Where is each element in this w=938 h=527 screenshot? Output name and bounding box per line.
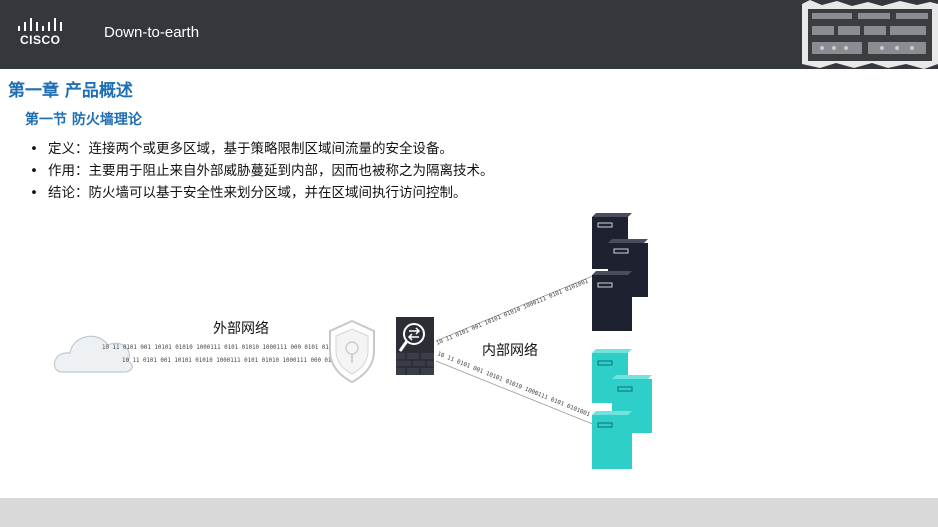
cisco-logo-text: CISCO [20,33,61,47]
inside-network-label: 内部网络 [482,343,538,359]
bit-stream-inside-up: 10 11 0101 001 10101 01010 1000111 0101 … [435,278,589,347]
teal-server-group [592,349,652,469]
bullet-dot-icon: • [30,141,38,157]
section-title: 第一节 防火墙理论 [25,112,142,128]
dark-server-group [592,213,648,331]
chapter-title: 第一章 产品概述 [8,81,133,101]
bullet-text: 定义：连接两个或更多区域，基于策略限制区域间流量的安全设备。 [48,141,453,157]
bullet-dot-icon: • [30,185,38,201]
bullet-conclusion: • 结论：防火墙可以基于安全性来划分区域，并在区域间执行访问控制。 [30,183,494,205]
header-slogan: Down-to-earth [104,24,200,41]
teal-server-icon [592,411,632,469]
header-bar: CISCO Down-to-earth [0,0,938,69]
bit-stream-outside-2: 10 11 0101 001 10101 01010 1000111 0101 … [122,358,349,364]
bit-stream-inside-down: 10 11 0101 001 10101 01010 1000111 0101 … [436,351,591,418]
bullet-list: • 定义：连接两个或更多区域，基于策略限制区域间流量的安全设备。 • 作用：主要用于… [30,139,494,205]
dark-server-icon [592,271,632,331]
bullet-dot-icon: • [30,163,38,179]
firewall-icon [396,317,434,375]
bullet-text: 结论：防火墙可以基于安全性来划分区域，并在区域间执行访问控制。 [48,185,467,201]
firewall-diagram: 10 11 0101 001 10101 01010 1000111 0101 … [53,213,652,469]
outside-network-label: 外部网络 [213,321,269,337]
bullet-function: • 作用：主要用于阻止来自外部威胁蔓延到内部，因而也被称之为隔离技术。 [30,161,494,183]
shield-icon [329,319,375,384]
hardware-photo [802,0,938,69]
bit-stream-outside-1: 10 11 0101 001 10101 01010 1000111 0101 … [102,345,329,351]
cloud-icon [53,335,133,373]
bullet-text: 作用：主要用于阻止来自外部威胁蔓延到内部，因而也被称之为隔离技术。 [48,163,494,179]
bullet-definition: • 定义：连接两个或更多区域，基于策略限制区域间流量的安全设备。 [30,139,494,161]
footer-bar [0,498,938,527]
